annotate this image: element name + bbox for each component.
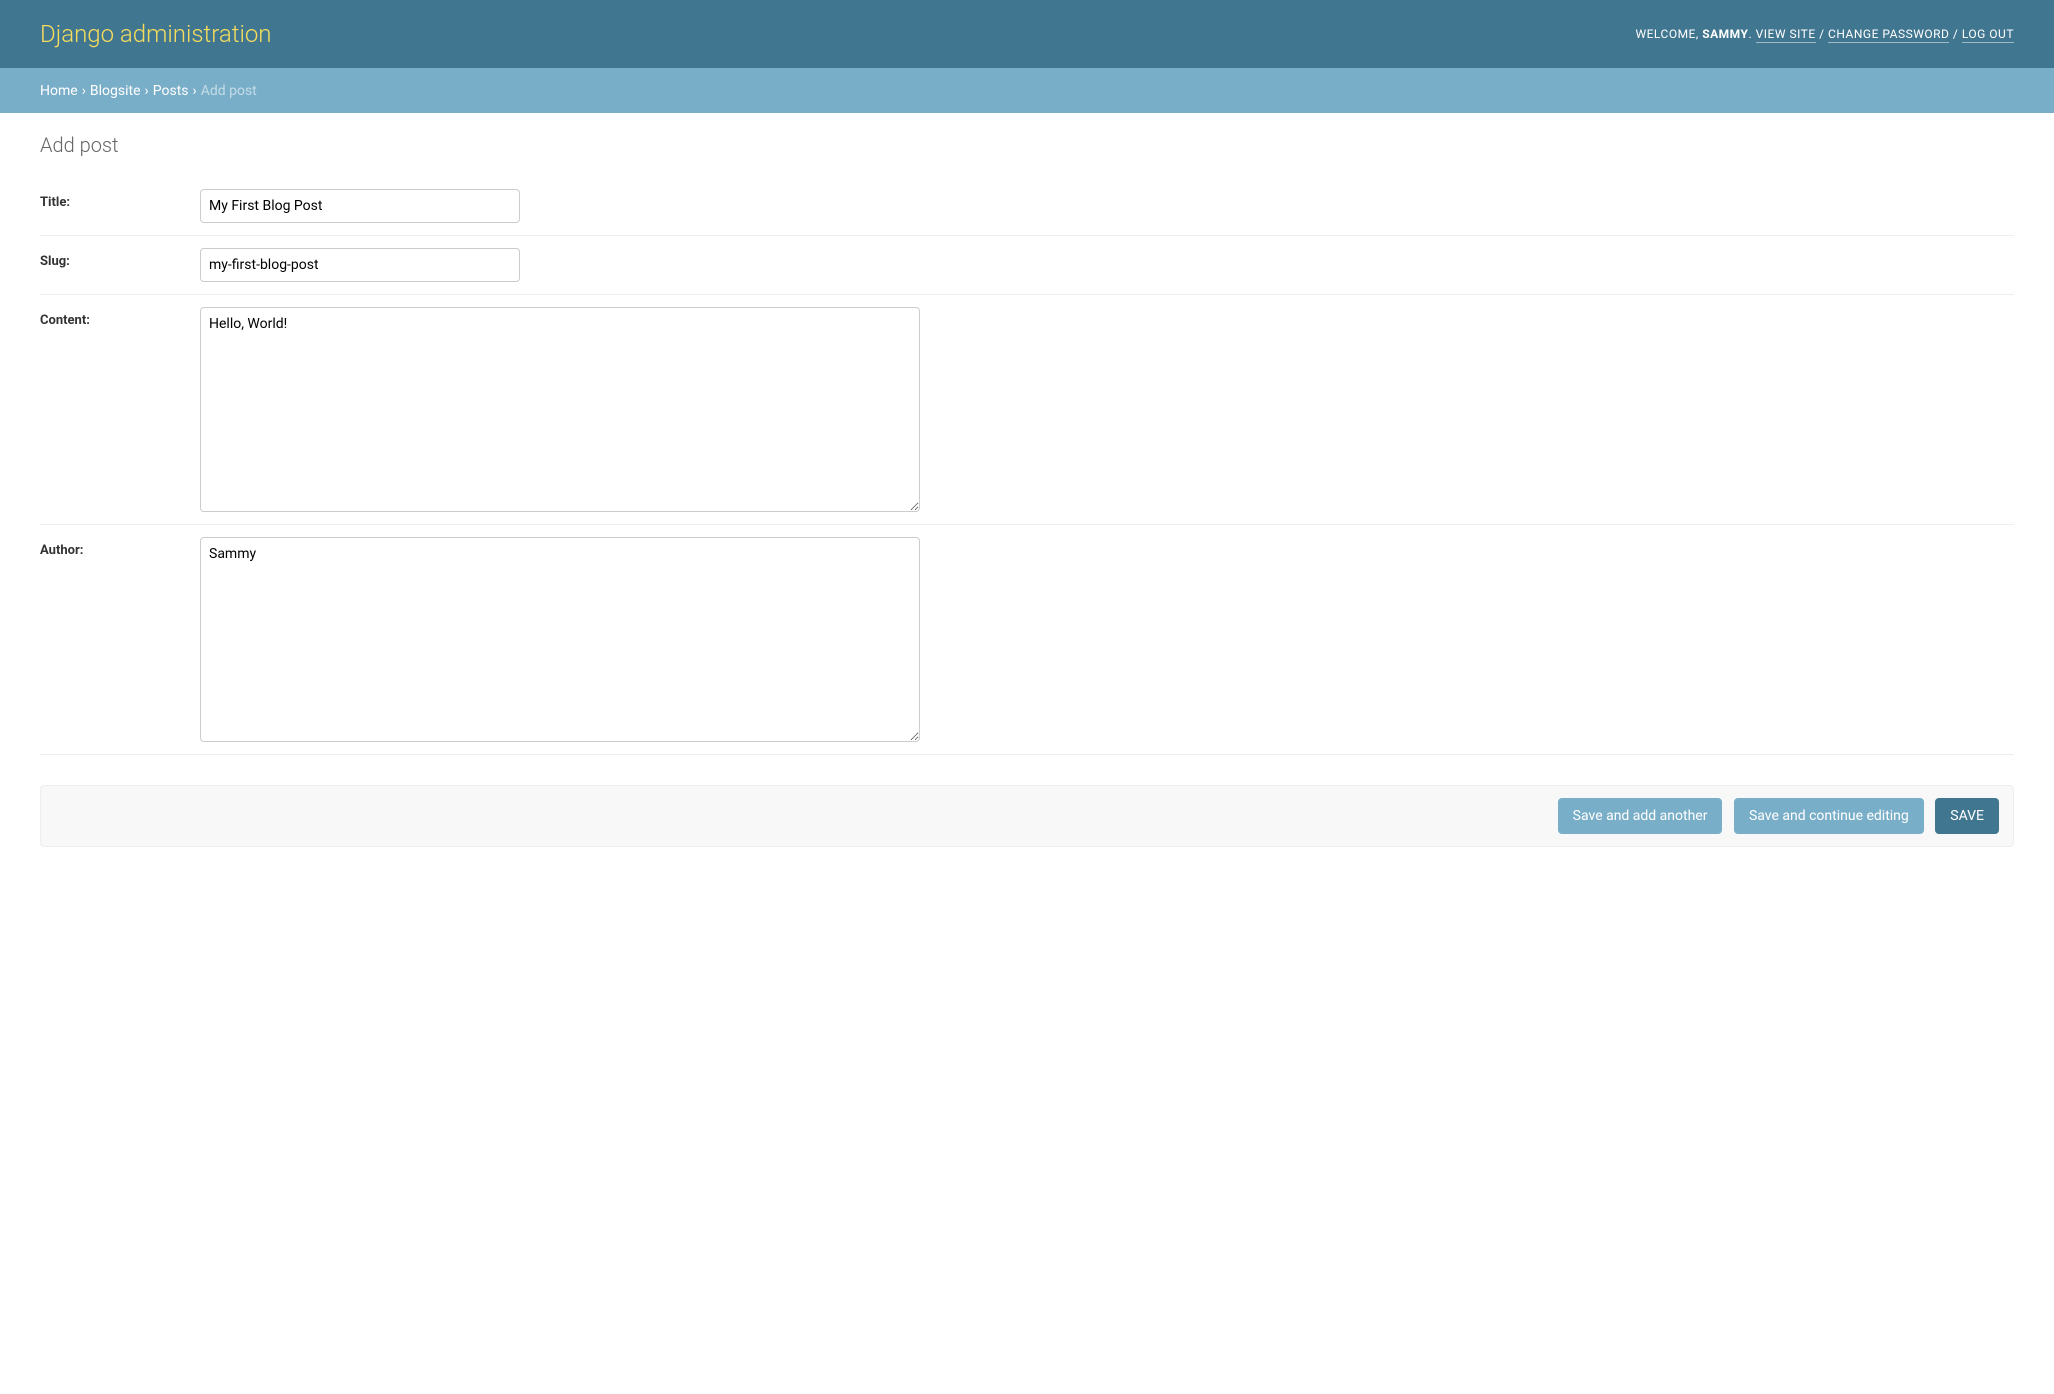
save-button[interactable]: SAVE <box>1935 798 1999 834</box>
author-label: Author: <box>40 537 200 558</box>
content-textarea[interactable] <box>200 307 920 512</box>
breadcrumb-app[interactable]: Blogsite <box>90 83 141 99</box>
slug-label: Slug: <box>40 248 200 269</box>
breadcrumb-current: Add post <box>201 83 257 99</box>
add-post-form: Title: Slug: Content: Author: Save and a… <box>40 177 2014 847</box>
submit-row: Save and add another Save and continue e… <box>40 785 2014 847</box>
separator: / <box>1816 27 1828 41</box>
breadcrumb-separator: › <box>193 83 197 99</box>
breadcrumb-separator: › <box>82 83 86 99</box>
author-textarea[interactable] <box>200 537 920 742</box>
breadcrumb-model[interactable]: Posts <box>153 83 189 99</box>
header: Django administration WELCOME, SAMMY. VI… <box>0 0 2054 68</box>
breadcrumb-home[interactable]: Home <box>40 83 78 99</box>
view-site-link[interactable]: VIEW SITE <box>1756 27 1816 43</box>
breadcrumbs: Home › Blogsite › Posts › Add post <box>0 68 2054 113</box>
title-input[interactable] <box>200 189 520 223</box>
form-row-author: Author: <box>40 525 2014 755</box>
form-row-content: Content: <box>40 295 2014 525</box>
site-title-link[interactable]: Django administration <box>40 20 272 48</box>
save-continue-button[interactable]: Save and continue editing <box>1734 798 1924 834</box>
logout-link[interactable]: LOG OUT <box>1962 27 2014 43</box>
username: SAMMY <box>1702 27 1748 41</box>
slug-input[interactable] <box>200 248 520 282</box>
welcome-period: . <box>1748 27 1755 41</box>
separator: / <box>1949 27 1961 41</box>
title-label: Title: <box>40 189 200 210</box>
form-row-slug: Slug: <box>40 236 2014 295</box>
breadcrumb-separator: › <box>145 83 149 99</box>
branding: Django administration <box>40 20 272 48</box>
welcome-text: WELCOME, <box>1635 27 1702 41</box>
form-row-title: Title: <box>40 177 2014 236</box>
page-title: Add post <box>40 133 2014 157</box>
content-label: Content: <box>40 307 200 328</box>
site-title: Django administration <box>40 20 272 48</box>
form-fieldset: Title: Slug: Content: Author: <box>40 177 2014 755</box>
user-tools: WELCOME, SAMMY. VIEW SITE / CHANGE PASSW… <box>1635 27 2014 41</box>
content: Add post Title: Slug: Content: Author: S… <box>0 113 2054 867</box>
change-password-link[interactable]: CHANGE PASSWORD <box>1828 27 1949 43</box>
save-add-another-button[interactable]: Save and add another <box>1558 798 1723 834</box>
